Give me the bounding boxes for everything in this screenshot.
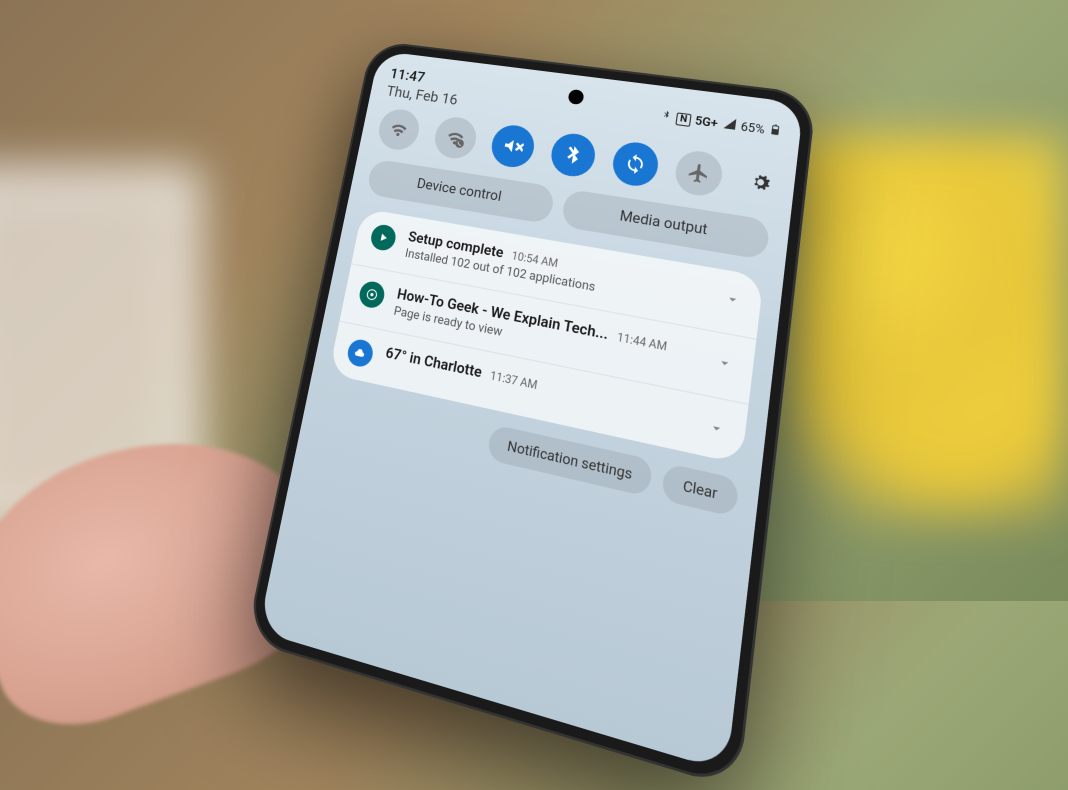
battery-icon <box>768 121 782 141</box>
signal-icon <box>721 116 737 134</box>
airplane-mode-toggle[interactable] <box>673 148 725 198</box>
bluetooth-status-icon <box>660 109 673 124</box>
chrome-icon <box>357 280 386 310</box>
settings-gear-icon[interactable] <box>745 167 777 198</box>
sound-mute-toggle[interactable] <box>489 123 538 170</box>
chevron-down-icon[interactable] <box>715 352 737 378</box>
network-type: 5G+ <box>694 114 718 131</box>
nfc-icon: N <box>676 112 692 127</box>
status-icons: N 5G+ 65% <box>660 107 782 141</box>
notification-time: 11:37 AM <box>489 370 538 393</box>
chevron-down-icon[interactable] <box>723 289 745 315</box>
chevron-down-icon[interactable] <box>706 417 729 444</box>
bluetooth-toggle[interactable] <box>548 131 598 179</box>
battery-percentage: 65% <box>740 120 766 137</box>
play-store-icon <box>369 223 398 252</box>
auto-rotate-toggle[interactable] <box>610 140 661 189</box>
clear-button[interactable]: Clear <box>661 463 740 517</box>
wifi-calling-toggle[interactable] <box>431 115 479 161</box>
notification-title: 67° in Charlotte <box>384 345 483 382</box>
wifi-toggle[interactable] <box>375 107 422 153</box>
weather-cloud-icon <box>345 337 375 368</box>
